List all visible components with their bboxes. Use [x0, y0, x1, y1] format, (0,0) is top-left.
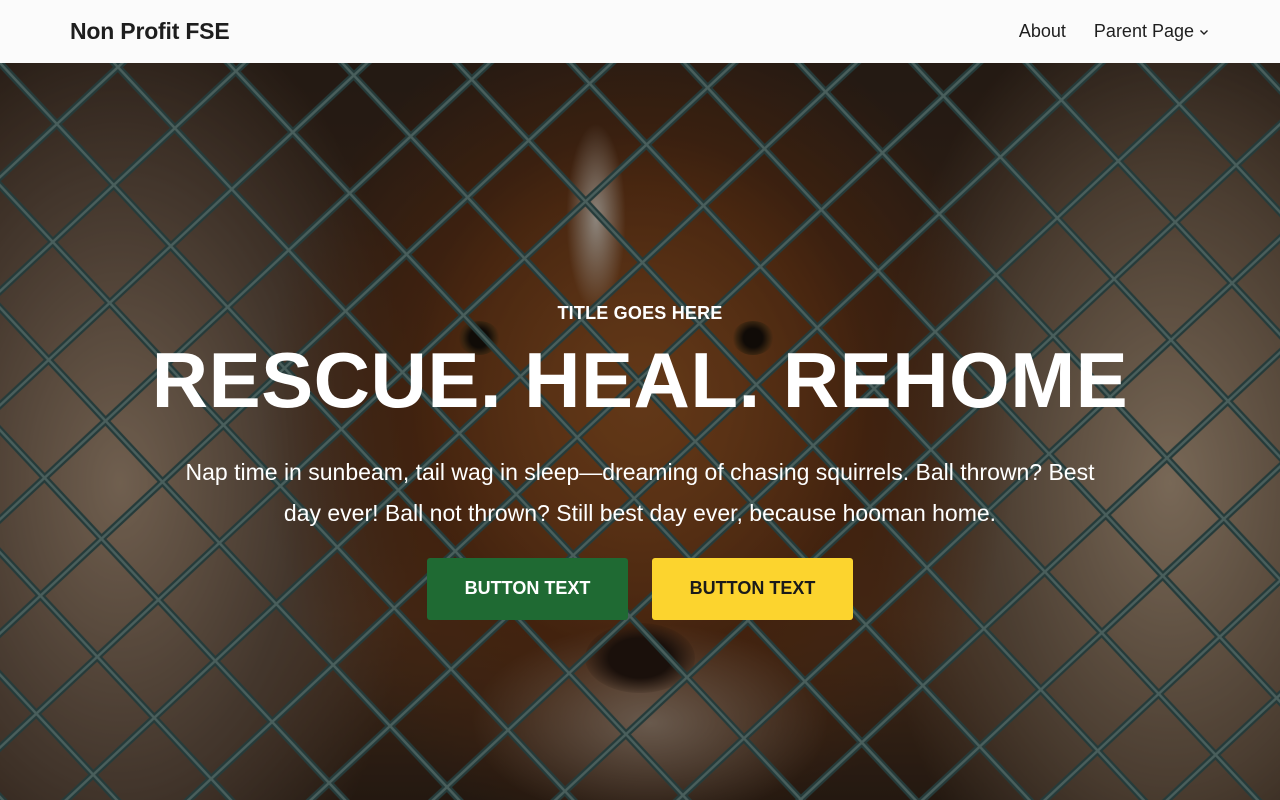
site-title-link[interactable]: Non Profit FSE	[70, 18, 230, 45]
hero-description: Nap time in sunbeam, tail wag in sleep—d…	[185, 458, 1095, 526]
nav-item-label: About	[1018, 21, 1066, 41]
chevron-down-icon[interactable]	[1198, 26, 1210, 38]
primary-navigation: About Parent Page	[1019, 21, 1210, 42]
hero-headline: RESCUE. HEAL. REHOME	[151, 336, 1129, 424]
hero-content: TITLE GOES HERE RESCUE. HEAL. REHOME Nap…	[0, 63, 1280, 800]
hero-buttons: BUTTON TEXT BUTTON TEXT	[427, 557, 853, 620]
site-header: Non Profit FSE About Parent Page	[0, 0, 1280, 63]
secondary-cta-button[interactable]: BUTTON TEXT	[652, 557, 853, 620]
hero-kicker: TITLE GOES HERE	[557, 303, 723, 323]
nav-item-parent-page[interactable]: Parent Page	[1094, 21, 1210, 42]
nav-item-about[interactable]: About	[1019, 21, 1066, 42]
primary-cta-button[interactable]: BUTTON TEXT	[427, 557, 628, 620]
nav-item-label: Parent Page	[1093, 21, 1194, 41]
